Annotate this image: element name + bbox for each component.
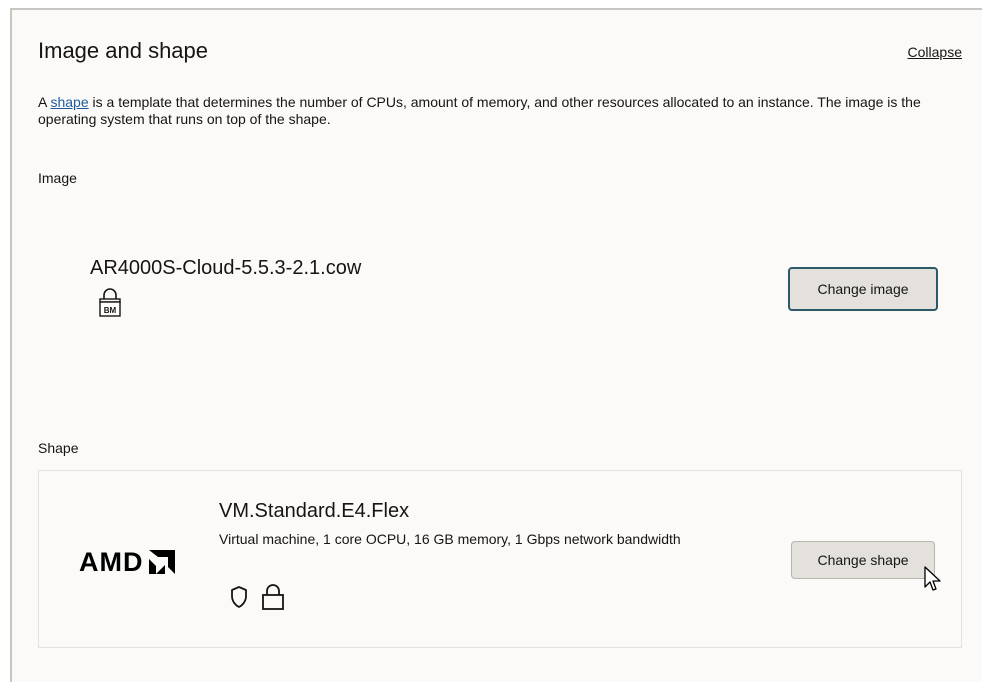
shape-icons bbox=[229, 583, 285, 611]
lock-icon bbox=[262, 584, 284, 610]
shape-label: Shape bbox=[38, 440, 79, 456]
shape-card: AMD VM.Standard.E4.Flex Virtual machine,… bbox=[38, 470, 962, 648]
collapse-link[interactable]: Collapse bbox=[908, 44, 962, 60]
shape-description: Virtual machine, 1 core OCPU, 16 GB memo… bbox=[219, 531, 681, 547]
shape-name: VM.Standard.E4.Flex bbox=[219, 500, 410, 522]
amd-logo-text: AMD bbox=[79, 547, 144, 577]
shield-icon bbox=[231, 586, 247, 608]
change-shape-button[interactable]: Change shape bbox=[791, 541, 935, 579]
amd-arrow-icon bbox=[148, 550, 175, 574]
amd-logo: AMD bbox=[79, 545, 177, 579]
bm-badge-text: BM bbox=[104, 306, 117, 315]
section-description: A shape is a template that determines th… bbox=[38, 94, 958, 128]
image-label: Image bbox=[38, 170, 77, 186]
change-image-button[interactable]: Change image bbox=[788, 267, 938, 311]
section-title: Image and shape bbox=[38, 38, 209, 63]
image-and-shape-panel: Image and shape Collapse A shape is a te… bbox=[10, 8, 982, 682]
image-name: AR4000S-Cloud-5.5.3-2.1.cow bbox=[90, 257, 362, 279]
lock-bm-icon: BM bbox=[99, 288, 121, 317]
description-suffix: is a template that determines the number… bbox=[38, 94, 921, 127]
description-prefix: A bbox=[38, 94, 51, 110]
shape-help-link[interactable]: shape bbox=[50, 94, 88, 110]
page: Image and shape Collapse A shape is a te… bbox=[0, 0, 982, 682]
